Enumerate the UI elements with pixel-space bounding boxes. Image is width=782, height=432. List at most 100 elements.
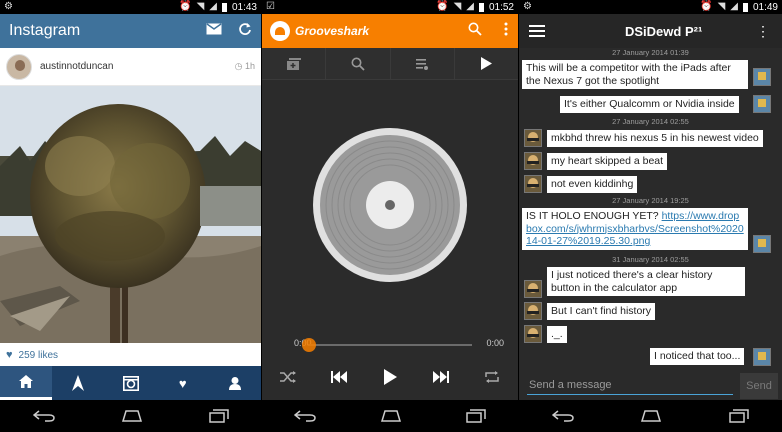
- post-likes[interactable]: ♥ 259 likes: [0, 344, 261, 366]
- status-time: 01:52: [488, 1, 514, 13]
- message-bubble[interactable]: I noticed that too...: [650, 348, 745, 365]
- likes-count: 259 likes: [18, 349, 58, 361]
- search-button[interactable]: [326, 48, 391, 79]
- post-timestamp: ◷ 1h: [234, 61, 255, 71]
- instagram-bottom-tabs: ♥: [0, 366, 261, 400]
- avatar: [524, 280, 542, 298]
- profile-icon: [228, 377, 241, 390]
- tab-explore[interactable]: [52, 366, 104, 400]
- recents-icon[interactable]: [729, 409, 749, 423]
- add-to-collection-button[interactable]: [262, 48, 327, 79]
- grooveshark-action-bar: Grooveshark: [262, 14, 518, 48]
- message-bubble[interactable]: But I can't find history: [547, 303, 656, 320]
- queue-icon: [416, 58, 429, 70]
- home-nav-icon[interactable]: [379, 410, 403, 422]
- seek-bar[interactable]: [302, 338, 472, 352]
- post-username[interactable]: austinnotduncan: [40, 61, 113, 72]
- alarm-icon: ⏰: [179, 1, 192, 12]
- inbox-icon[interactable]: [206, 22, 222, 40]
- battery-icon: [742, 2, 748, 12]
- avatar: [524, 129, 542, 147]
- home-nav-icon[interactable]: [120, 410, 144, 422]
- post-photo[interactable]: [0, 86, 261, 343]
- back-icon[interactable]: [551, 410, 574, 422]
- system-nav-bar: [0, 400, 261, 432]
- tab-home[interactable]: [0, 366, 53, 400]
- shuffle-icon[interactable]: [279, 371, 296, 383]
- avatar: [753, 95, 771, 113]
- overflow-menu-icon[interactable]: ⋮: [756, 23, 782, 40]
- system-nav-bar: [519, 400, 782, 432]
- battery-icon: [478, 2, 484, 12]
- post-header[interactable]: austinnotduncan ◷ 1h: [0, 48, 261, 86]
- overflow-menu-icon[interactable]: [504, 22, 508, 41]
- check-notification-icon: ☑: [266, 1, 275, 12]
- playback-controls: [262, 362, 518, 392]
- avatar: [753, 235, 771, 253]
- search-icon[interactable]: [468, 22, 482, 41]
- play-icon: [480, 57, 492, 70]
- tab-camera[interactable]: [104, 366, 156, 400]
- grooveshark-screen: ☑ ⏰ ◥ ◢ 01:52 Grooveshark 0:00: [262, 0, 518, 432]
- play-toolbar-button[interactable]: [455, 48, 518, 79]
- status-bar: ⚙ ⏰ ◥ ◢ 01:49: [519, 0, 782, 14]
- next-icon[interactable]: [432, 371, 449, 383]
- message-input[interactable]: [527, 375, 733, 395]
- message-text: IS IT HOLO ENOUGH YET?: [526, 210, 659, 222]
- grooveshark-logo-icon[interactable]: [270, 21, 290, 41]
- message-bubble[interactable]: I just noticed there's a clear history b…: [547, 267, 745, 296]
- back-icon[interactable]: [32, 410, 55, 422]
- wifi-icon: ◥: [453, 1, 462, 12]
- queue-button[interactable]: [391, 48, 455, 79]
- message-bubble[interactable]: mkbhd threw his nexus 5 in his newest vi…: [547, 130, 763, 147]
- signal-icon: ◢: [466, 1, 474, 12]
- tab-activity[interactable]: ♥: [157, 366, 209, 400]
- message-list[interactable]: 27 January 2014 01:39 This will be a com…: [519, 48, 782, 370]
- avatar: [524, 175, 542, 193]
- home-icon: [19, 375, 34, 388]
- send-button[interactable]: Send: [740, 373, 778, 399]
- status-bar: ☑ ⏰ ◥ ◢ 01:52: [262, 0, 518, 14]
- search-icon: [351, 57, 365, 71]
- back-icon[interactable]: [293, 410, 316, 422]
- screenshot-collage: ⚙ ⏰ ◥ ◢ 01:43 Instagram austinnotduncan …: [0, 0, 782, 432]
- previous-icon[interactable]: [331, 371, 348, 383]
- camera-icon: [122, 375, 139, 391]
- vinyl-record-icon: [313, 128, 467, 282]
- message-bubble[interactable]: not even kiddinhg: [547, 176, 638, 193]
- message-bubble[interactable]: IS IT HOLO ENOUGH YET? https://www.dropb…: [522, 208, 748, 250]
- home-nav-icon[interactable]: [639, 410, 663, 422]
- avatar[interactable]: [6, 53, 32, 80]
- message-timestamp: 27 January 2014 01:39: [612, 48, 689, 57]
- repeat-icon[interactable]: [484, 371, 500, 383]
- menu-icon[interactable]: [529, 25, 545, 37]
- avatar: [753, 68, 771, 86]
- message-timestamp: 31 January 2014 02:55: [612, 255, 689, 264]
- message-timestamp: 27 January 2014 19:25: [612, 196, 689, 205]
- seek-thumb[interactable]: [302, 338, 316, 352]
- wifi-icon: ◥: [196, 1, 205, 12]
- track-duration: 0:00: [486, 338, 504, 348]
- status-bar: ⚙ ⏰ ◥ ◢ 01:43: [0, 0, 261, 14]
- clock-icon: ◷: [234, 61, 245, 71]
- app-title: Grooveshark: [295, 24, 370, 38]
- recents-icon[interactable]: [208, 409, 229, 423]
- message-bubble[interactable]: ._.: [547, 326, 567, 343]
- status-time: 01:49: [752, 1, 778, 13]
- heart-icon: ♥: [178, 375, 187, 391]
- signal-icon: ◢: [730, 1, 738, 12]
- alarm-icon: ⏰: [436, 1, 449, 12]
- play-icon[interactable]: [383, 369, 397, 385]
- refresh-icon[interactable]: [238, 22, 252, 41]
- avatar: [524, 302, 542, 320]
- tab-profile[interactable]: [209, 366, 261, 400]
- alarm-icon: ⏰: [700, 1, 713, 12]
- explore-icon: [72, 375, 85, 391]
- message-bubble[interactable]: This will be a competitor with the iPads…: [522, 60, 748, 89]
- conversation-title: DSiDewd P²¹: [625, 23, 703, 39]
- message-bubble[interactable]: It's either Qualcomm or Nvidia inside: [560, 96, 739, 113]
- wifi-icon: ◥: [717, 1, 726, 12]
- message-bubble[interactable]: my heart skipped a beat: [547, 153, 668, 170]
- recents-icon[interactable]: [466, 409, 487, 423]
- message-timestamp: 27 January 2014 02:55: [612, 117, 689, 126]
